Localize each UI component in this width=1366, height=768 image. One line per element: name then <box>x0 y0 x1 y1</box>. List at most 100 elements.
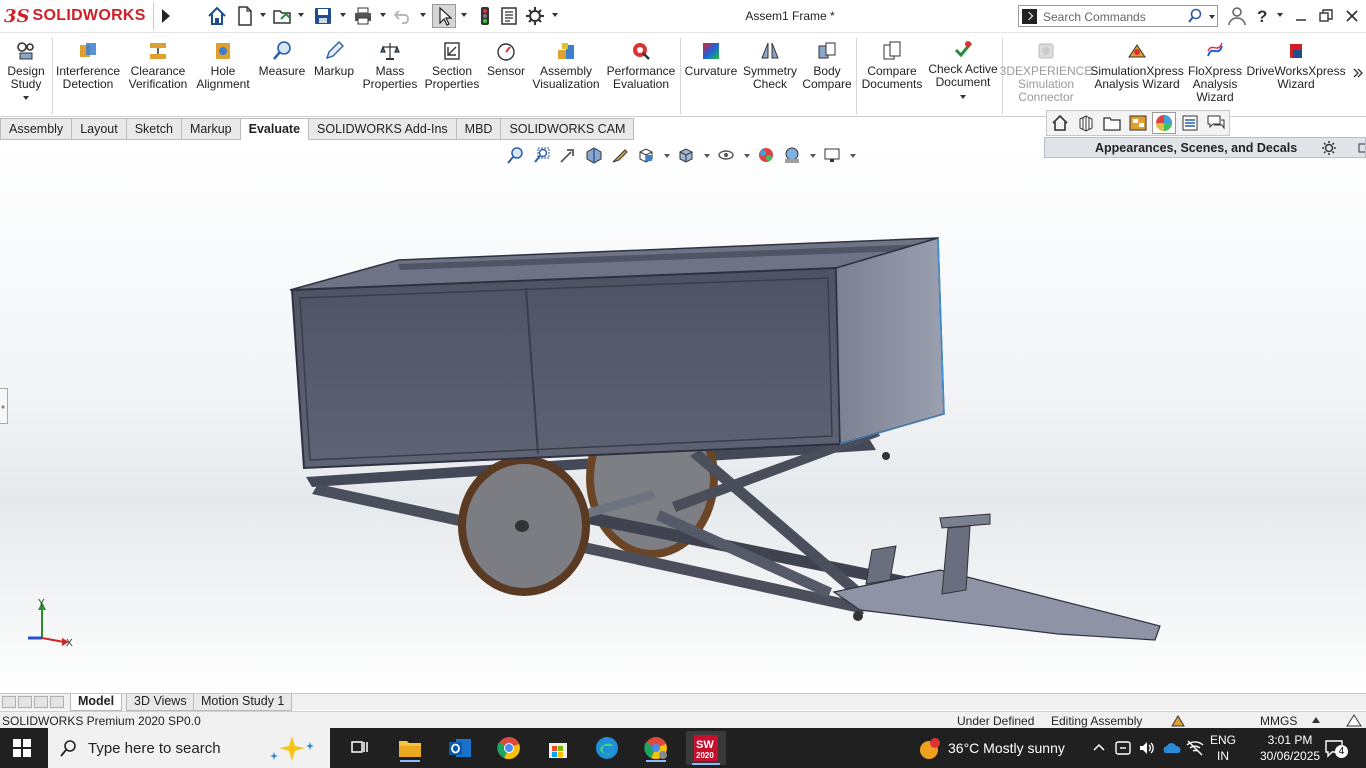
show-hidden-icons-chevron-icon[interactable] <box>1092 741 1106 755</box>
dropdown-arrow-icon[interactable] <box>23 96 29 100</box>
tab-view-palette[interactable] <box>1126 112 1150 134</box>
user-account-icon[interactable] <box>1226 5 1248 27</box>
tab-solidworks-resources[interactable] <box>1048 112 1072 134</box>
tab-evaluate[interactable]: Evaluate <box>240 118 310 140</box>
network-icon[interactable] <box>1186 739 1204 757</box>
minimize-button[interactable] <box>1289 4 1313 28</box>
tab-assembly[interactable]: Assembly <box>0 118 73 140</box>
symmetry-check-button[interactable]: Symmetry Check <box>742 40 798 91</box>
close-button[interactable] <box>1340 4 1364 28</box>
measure-button[interactable]: Measure <box>258 40 306 78</box>
interference-detection-button[interactable]: Interference Detection <box>56 40 120 91</box>
compare-documents-button[interactable]: Compare Documents <box>860 40 924 91</box>
file-properties-icon[interactable] <box>498 5 520 27</box>
edge-button[interactable] <box>593 734 621 762</box>
tab-forum[interactable] <box>1204 112 1228 134</box>
solidworks-taskbar-button[interactable]: SW 2020 <box>686 731 726 765</box>
undo-icon[interactable] <box>392 5 414 27</box>
search-icon[interactable] <box>1187 8 1203 24</box>
search-commands-input[interactable] <box>1043 8 1183 25</box>
ribbon-overflow-chevron-icon[interactable] <box>1352 66 1364 80</box>
options-gear-icon[interactable] <box>524 5 546 27</box>
trailer-assembly[interactable] <box>289 237 1161 641</box>
performance-evaluation-button[interactable]: Performance Evaluation <box>606 40 676 91</box>
tab-design-library[interactable] <box>1074 112 1098 134</box>
tab-custom-properties[interactable] <box>1178 112 1202 134</box>
new-document-icon[interactable] <box>234 5 256 27</box>
pane-menu-icon[interactable] <box>1357 142 1366 154</box>
windows-start-icon[interactable] <box>12 738 32 758</box>
clock-time: 3:01 PM <box>1267 733 1313 747</box>
help-icon[interactable]: ? <box>1252 5 1274 27</box>
task-view-button[interactable] <box>346 734 374 762</box>
tab-solidworks-add-ins[interactable]: SOLIDWORKS Add-Ins <box>309 118 457 140</box>
front-wheel[interactable] <box>458 456 590 596</box>
mass-properties-button[interactable]: Mass Properties <box>363 40 417 91</box>
graphics-area[interactable]: Y X <box>0 140 1366 693</box>
next-tab-button[interactable] <box>34 696 48 708</box>
home-icon[interactable] <box>206 5 228 27</box>
tab-model[interactable]: Model <box>70 694 123 711</box>
tab-markup[interactable]: Markup <box>181 118 241 140</box>
previous-tab-button[interactable] <box>18 696 32 708</box>
tab-motion-study-1[interactable]: Motion Study 1 <box>193 694 293 711</box>
assembly-visualization-button[interactable]: Assembly Visualization <box>532 40 600 91</box>
taskbar-search-box[interactable]: Type here to search <box>48 728 330 768</box>
restore-button[interactable] <box>1314 4 1338 28</box>
weather-text[interactable]: 36°C Mostly sunny <box>948 740 1065 756</box>
floxpress-button[interactable]: FloXpress Analysis Wizard <box>1188 40 1242 104</box>
simulationxpress-button[interactable]: SimulationXpress Analysis Wizard <box>1090 40 1184 91</box>
cargo-box[interactable] <box>289 237 945 470</box>
solidworks-logo[interactable]: 3S SOLIDWORKS <box>4 2 154 30</box>
quick-tips-icon[interactable] <box>1346 713 1362 728</box>
curvature-button[interactable]: Curvature <box>684 40 738 78</box>
tab-appearances-scenes-decals[interactable] <box>1152 112 1176 134</box>
outlook-icon <box>449 739 471 757</box>
open-folder-icon[interactable] <box>272 5 294 27</box>
volume-icon[interactable] <box>1138 739 1156 757</box>
3dexperience-simulation-connector-button[interactable]: 3DEXPERIENCE Simulation Connector <box>1000 40 1092 104</box>
clearance-verification-button[interactable]: Clearance Verification <box>126 40 190 91</box>
section-properties-button[interactable]: Section Properties <box>424 40 480 91</box>
chrome-profile-button[interactable] <box>642 734 670 762</box>
notification-center-button[interactable]: 4 <box>1324 738 1348 758</box>
input-language[interactable]: ENG IN <box>1210 732 1236 764</box>
settings-gear-icon[interactable] <box>1321 140 1337 156</box>
tab-layout[interactable]: Layout <box>72 118 127 140</box>
dropdown-arrow-icon[interactable] <box>960 95 966 99</box>
rebuild-traffic-light-icon[interactable] <box>474 5 496 27</box>
body-compare-button[interactable]: Body Compare <box>802 40 852 91</box>
tab-sketch[interactable]: Sketch <box>126 118 182 140</box>
microsoft-store-button[interactable] <box>544 734 572 762</box>
design-study-button[interactable]: Design Study <box>4 40 48 100</box>
weather-sun-icon[interactable] <box>918 737 942 761</box>
driveworksxpress-button[interactable]: DriveWorksXpress Wizard <box>1246 40 1346 91</box>
check-active-document-button[interactable]: Check Active Document <box>928 38 998 99</box>
unit-system[interactable]: MMGS <box>1260 714 1297 728</box>
search-highlight-sparkle-icon[interactable] <box>264 734 320 762</box>
search-commands-box[interactable] <box>1018 5 1218 27</box>
meet-now-icon[interactable] <box>1114 739 1132 757</box>
save-icon[interactable] <box>312 5 334 27</box>
frame-member[interactable] <box>312 484 864 614</box>
tab-3d-views[interactable]: 3D Views <box>126 694 195 711</box>
expand-menu-arrow-icon[interactable] <box>160 6 172 26</box>
select-tool-button[interactable] <box>432 4 456 28</box>
print-icon[interactable] <box>352 5 374 27</box>
tab-mbd[interactable]: MBD <box>456 118 502 140</box>
tab-file-explorer[interactable] <box>1100 112 1124 134</box>
model-viewport-canvas[interactable]: Y X <box>0 140 1366 693</box>
rebuild-status-icon[interactable] <box>1170 713 1186 728</box>
units-dropdown-icon[interactable] <box>1312 717 1320 723</box>
chrome-button[interactable] <box>495 734 523 762</box>
system-clock[interactable]: 3:01 PM 30/06/2025 <box>1260 732 1320 764</box>
sensor-button[interactable]: Sensor <box>484 40 528 78</box>
file-explorer-button[interactable] <box>396 734 424 762</box>
last-tab-button[interactable] <box>50 696 64 708</box>
hole-alignment-button[interactable]: Hole Alignment <box>194 40 252 91</box>
markup-button[interactable]: Markup <box>310 40 358 78</box>
outlook-button[interactable] <box>446 734 474 762</box>
tab-solidworks-cam[interactable]: SOLIDWORKS CAM <box>501 118 635 140</box>
onedrive-icon[interactable] <box>1162 739 1182 757</box>
first-tab-button[interactable] <box>2 696 16 708</box>
